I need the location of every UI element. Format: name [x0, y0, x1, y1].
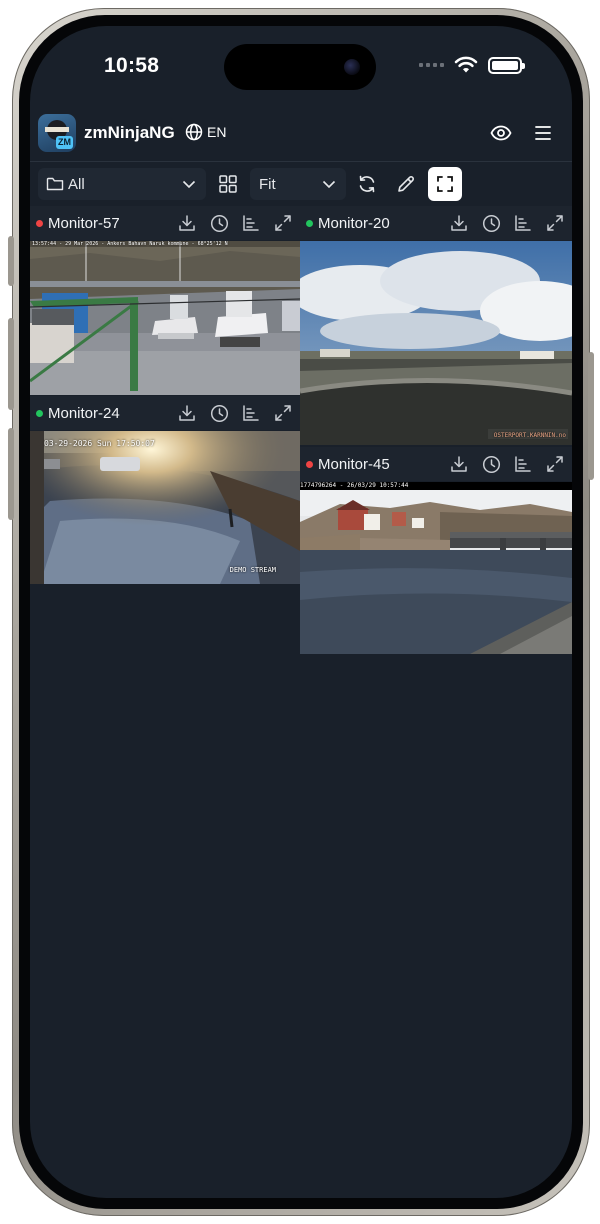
camera-feed-20[interactable]: OSTERPORT.KARNNIN.no	[300, 241, 572, 445]
download-button[interactable]	[448, 453, 470, 475]
monitor-name: Monitor-20	[318, 214, 390, 232]
screen: 10:58 ZM zmNinjaNG EN All Fit Monitor-57…	[30, 26, 572, 1198]
layout-grid-button[interactable]	[212, 168, 244, 200]
expand-button[interactable]	[544, 453, 566, 475]
status-dot	[36, 409, 43, 417]
download-button[interactable]	[176, 402, 198, 424]
monitor-name: Monitor-57	[48, 214, 120, 232]
camera-image-20	[300, 241, 572, 445]
history-button[interactable]	[208, 212, 230, 234]
group-select[interactable]: All	[38, 168, 206, 200]
clock-icon	[210, 214, 228, 232]
hamburger-menu-icon	[535, 126, 551, 140]
status-dot	[36, 219, 43, 227]
monitor-header-24: Monitor-24	[30, 396, 300, 430]
timeline-button[interactable]	[240, 402, 262, 424]
camera-feed-24[interactable]: 03-29-2026 Sun 17:50:07 DEMO STREAM	[30, 431, 300, 584]
history-button[interactable]	[480, 453, 502, 475]
camera-image-24	[30, 431, 300, 584]
logo-badge: ZM	[56, 136, 73, 149]
refresh-button[interactable]	[351, 168, 383, 200]
visibility-button[interactable]	[488, 120, 514, 146]
language-label: EN	[207, 124, 227, 140]
fit-select[interactable]: Fit	[250, 168, 346, 200]
edit-button[interactable]	[390, 168, 422, 200]
power-button	[588, 352, 594, 480]
status-dot	[306, 460, 313, 468]
chevron-down-icon	[322, 180, 336, 188]
expand-icon	[275, 405, 291, 421]
download-icon	[451, 215, 467, 231]
timeline-chart-icon	[243, 215, 259, 231]
monitor-name: Monitor-24	[48, 404, 120, 422]
signal-icon	[419, 63, 444, 67]
camera-feed-57[interactable]: 13:57:44 - 29 Mar 2026 - Ankers Bahavn N…	[30, 241, 300, 395]
dynamic-island	[224, 44, 376, 90]
battery-icon	[488, 56, 525, 74]
download-button[interactable]	[448, 212, 470, 234]
download-icon	[179, 405, 195, 421]
clock-icon	[482, 455, 500, 473]
volume-up-button	[8, 318, 14, 410]
clock-icon	[482, 214, 500, 232]
group-select-value: All	[68, 175, 85, 193]
expand-icon	[547, 215, 563, 231]
grid-layout-icon	[219, 175, 237, 193]
camera-image-57	[30, 241, 300, 395]
action-button	[8, 236, 14, 286]
status-time: 10:58	[104, 54, 160, 77]
timeline-chart-icon	[515, 215, 531, 231]
folder-icon	[46, 177, 64, 191]
wifi-icon	[454, 56, 478, 73]
volume-down-button	[8, 428, 14, 520]
front-camera-icon	[344, 59, 360, 75]
feed-osd-watermark: OSTERPORT.KARNNIN.no	[493, 432, 566, 439]
app-header: ZM zmNinjaNG EN	[30, 110, 572, 160]
feed-osd-text: 03-29-2026 Sun 17:50:07	[44, 439, 155, 448]
fit-select-value: Fit	[259, 175, 276, 193]
app-title: zmNinjaNG	[84, 123, 175, 142]
monitor-header-57: Monitor-57	[30, 206, 300, 240]
expand-icon	[547, 456, 563, 472]
download-icon	[179, 215, 195, 231]
download-icon	[451, 456, 467, 472]
menu-button[interactable]	[530, 120, 556, 146]
language-selector[interactable]: EN	[185, 123, 226, 141]
app-logo[interactable]: ZM	[38, 114, 76, 152]
feed-osd-text: 13:57:44 - 29 Mar 2026 - Ankers Bahavn N…	[32, 241, 228, 247]
expand-button[interactable]	[272, 212, 294, 234]
fullscreen-icon	[437, 176, 453, 192]
timeline-button[interactable]	[512, 453, 534, 475]
expand-icon	[275, 215, 291, 231]
chevron-down-icon	[182, 180, 196, 188]
clock-icon	[210, 404, 228, 422]
camera-image-45	[300, 482, 572, 654]
refresh-icon	[359, 175, 375, 193]
fullscreen-button[interactable]	[428, 167, 462, 201]
timeline-button[interactable]	[240, 212, 262, 234]
monitor-header-20: Monitor-20	[300, 206, 572, 240]
globe-icon	[185, 123, 203, 141]
timeline-button[interactable]	[512, 212, 534, 234]
toolbar: All Fit	[30, 161, 572, 207]
timeline-chart-icon	[515, 456, 531, 472]
timeline-chart-icon	[243, 405, 259, 421]
eye-icon	[490, 125, 512, 141]
camera-feed-45[interactable]: 1774796264 - 26/03/29 10:57:44	[300, 482, 572, 654]
history-button[interactable]	[480, 212, 502, 234]
history-button[interactable]	[208, 402, 230, 424]
feed-osd-watermark: DEMO STREAM	[229, 566, 276, 574]
pencil-icon	[398, 176, 414, 192]
expand-button[interactable]	[272, 402, 294, 424]
status-dot	[306, 219, 313, 227]
monitor-header-45: Monitor-45	[300, 447, 572, 481]
download-button[interactable]	[176, 212, 198, 234]
expand-button[interactable]	[544, 212, 566, 234]
feed-osd-text: 1774796264 - 26/03/29 10:57:44	[300, 482, 409, 489]
status-icons	[419, 56, 525, 74]
monitor-name: Monitor-45	[318, 455, 390, 473]
